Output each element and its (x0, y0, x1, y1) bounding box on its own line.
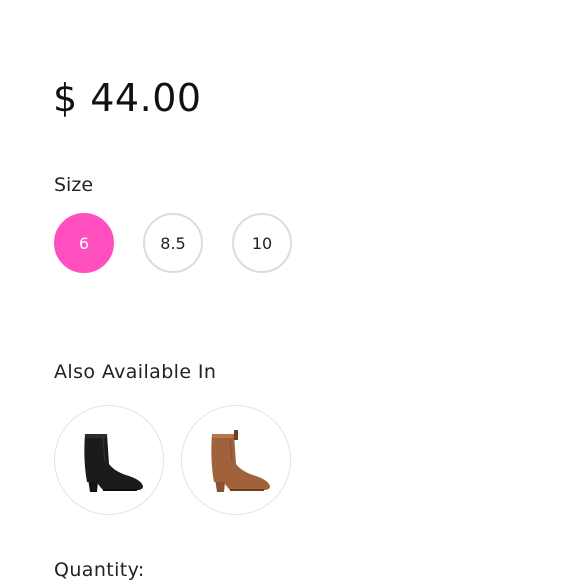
black-bootie-image (84, 434, 143, 492)
quantity-label: Quantity: (54, 559, 145, 581)
product-price: $ 44.00 (53, 76, 202, 120)
also-available-label: Also Available In (54, 361, 217, 383)
size-options: 6 8.5 10 (54, 213, 292, 273)
variant-tan-bootie[interactable] (181, 405, 291, 515)
size-label: Size (54, 174, 94, 196)
size-option-8-5[interactable]: 8.5 (143, 213, 203, 273)
color-variants (54, 405, 291, 515)
size-option-6[interactable]: 6 (54, 213, 114, 273)
size-option-10[interactable]: 10 (232, 213, 292, 273)
tan-bootie-image (211, 430, 270, 492)
variant-black-bootie[interactable] (54, 405, 164, 515)
